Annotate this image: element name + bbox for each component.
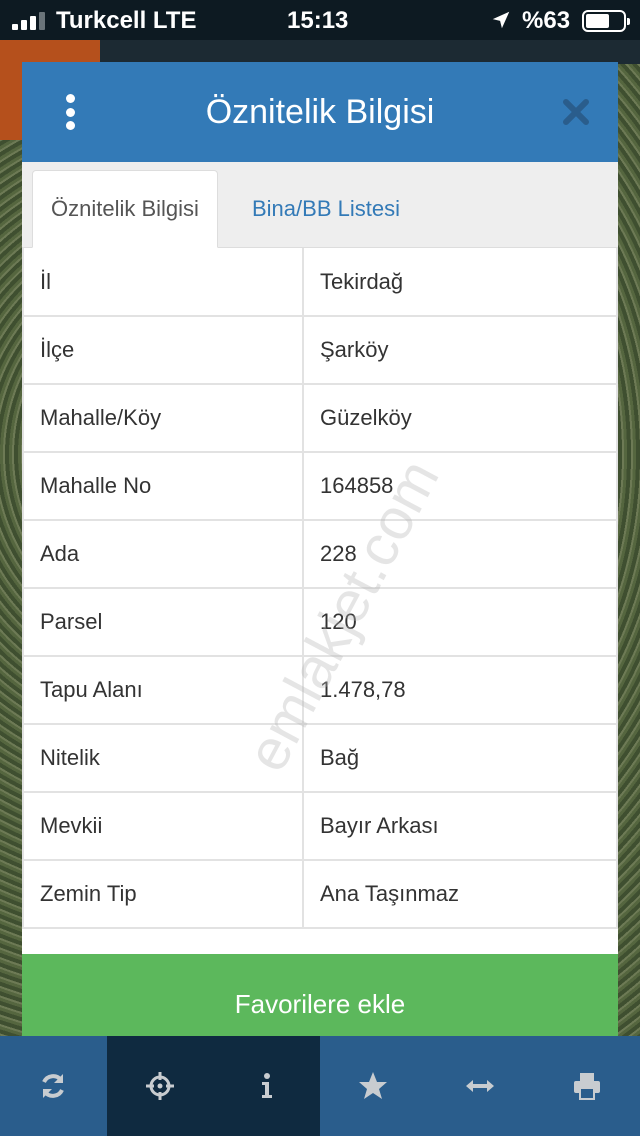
clock: 15:13	[287, 7, 349, 34]
table-row: Ada 228	[22, 519, 618, 589]
favorites-button[interactable]	[320, 1036, 427, 1136]
refresh-button[interactable]	[0, 1036, 107, 1136]
close-icon[interactable]	[560, 96, 592, 128]
tab-bar: Öznitelik Bilgisi Bina/BB Listesi	[22, 162, 618, 248]
table-row: Mahalle/Köy Güzelköy	[22, 383, 618, 453]
status-bar: Turkcell LTE 15:13 %63	[0, 0, 640, 40]
table-row: Nitelik Bağ	[22, 723, 618, 793]
attribute-key: Tapu Alanı	[22, 655, 304, 725]
attribute-key: İl	[22, 248, 304, 317]
table-row: Mahalle No 164858	[22, 451, 618, 521]
info-icon	[261, 1073, 272, 1098]
table-row: Mevkii Bayır Arkası	[22, 791, 618, 861]
star-icon	[359, 1072, 388, 1099]
attribute-table-scroll[interactable]: İl Tekirdağ İlçe Şarköy Mahalle/Köy Güzelköy M…	[22, 248, 618, 954]
table-row: İlçe Şarköy	[22, 315, 618, 385]
attribute-key: Mevkii	[22, 791, 304, 861]
carrier-label: Turkcell LTE	[56, 7, 197, 34]
table-row: Zemin Tip Ana Taşınmaz	[22, 859, 618, 929]
print-button[interactable]	[533, 1036, 640, 1136]
attribute-key: Mahalle/Köy	[22, 383, 304, 453]
attribute-table: İl Tekirdağ İlçe Şarköy Mahalle/Köy Güzelköy M…	[22, 248, 618, 929]
info-button[interactable]	[213, 1036, 321, 1136]
attribute-value: 164858	[302, 451, 618, 521]
attribute-key: Ada	[22, 519, 304, 589]
table-row: Parsel 120	[22, 587, 618, 657]
locate-button[interactable]	[106, 1036, 214, 1136]
attribute-key: Zemin Tip	[22, 859, 304, 929]
attribute-key: Nitelik	[22, 723, 304, 793]
measure-button[interactable]	[427, 1036, 534, 1136]
crosshair-icon	[146, 1072, 174, 1100]
signal-icon	[12, 12, 45, 30]
attribute-value: Güzelköy	[302, 383, 618, 453]
battery-icon	[582, 10, 630, 32]
attribute-value: 1.478,78	[302, 655, 618, 725]
table-row: İl Tekirdağ	[22, 248, 618, 317]
map-topbar	[100, 40, 640, 64]
attribute-value: Bağ	[302, 723, 618, 793]
tab-building-list[interactable]: Bina/BB Listesi	[234, 170, 418, 248]
modal-header: Öznitelik Bilgisi	[22, 62, 618, 162]
vertical-dots-icon[interactable]	[58, 94, 82, 130]
attribute-value: 120	[302, 587, 618, 657]
location-arrow-icon	[492, 11, 510, 29]
modal-title: Öznitelik Bilgisi	[205, 92, 435, 131]
attribute-key: Mahalle No	[22, 451, 304, 521]
bottom-toolbar	[0, 1036, 640, 1136]
attribute-value: 228	[302, 519, 618, 589]
attribute-key: Parsel	[22, 587, 304, 657]
tab-attribute-info[interactable]: Öznitelik Bilgisi	[32, 170, 218, 248]
attribute-info-modal: Öznitelik Bilgisi Öznitelik Bilgisi Bina…	[22, 62, 618, 1054]
attribute-key: İlçe	[22, 315, 304, 385]
horizontal-arrows-icon	[466, 1080, 495, 1092]
refresh-icon	[42, 1074, 65, 1098]
attribute-value: Şarköy	[302, 315, 618, 385]
print-icon	[573, 1073, 600, 1100]
table-row: Tapu Alanı 1.478,78	[22, 655, 618, 725]
attribute-value: Ana Taşınmaz	[302, 859, 618, 929]
battery-percent: %63	[522, 7, 571, 34]
attribute-value: Tekirdağ	[302, 248, 618, 317]
attribute-value: Bayır Arkası	[302, 791, 618, 861]
